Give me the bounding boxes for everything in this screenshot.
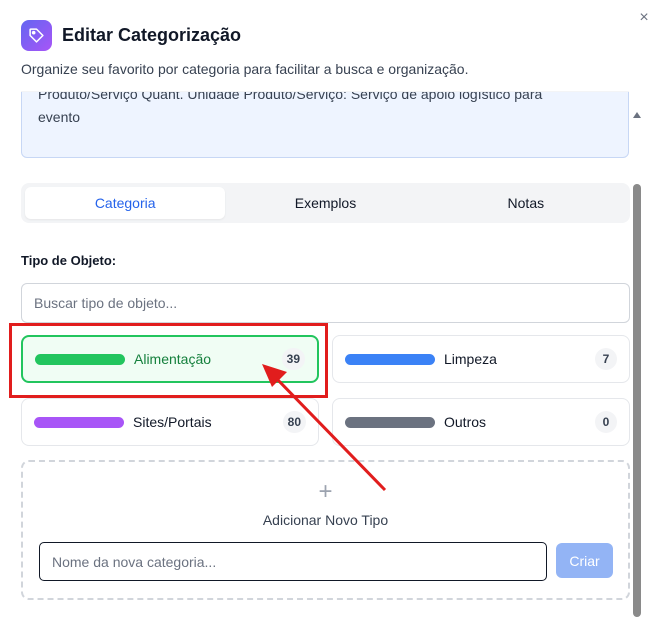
category-count-badge: 7 [595,348,617,370]
new-category-name-input[interactable] [39,542,547,581]
category-card-sites-portais[interactable]: Sites/Portais 80 [21,398,319,446]
vertical-scrollbar[interactable] [630,108,644,617]
category-name: Outros [444,414,487,430]
tab-bar: Categoria Exemplos Notas [21,183,630,223]
plus-icon: + [318,478,333,505]
category-name: Limpeza [444,351,497,367]
category-count-badge: 0 [595,411,617,433]
item-description-box: Produto/Serviço Quant. Unidade Produto/S… [21,92,629,158]
dialog-header: Editar Categorização Organize seu favori… [21,20,641,77]
tab-categoria[interactable]: Categoria [25,187,226,219]
category-card-limpeza[interactable]: Limpeza 7 [332,335,630,383]
scrollbar-thumb[interactable] [633,184,641,617]
create-category-button[interactable]: Criar [556,543,613,578]
tag-icon [21,20,52,51]
add-new-type-panel: + Adicionar Novo Tipo Criar [21,460,630,600]
tab-exemplos[interactable]: Exemplos [225,187,425,219]
category-color-bar [345,353,435,365]
category-color-bar [34,416,124,428]
add-new-type-label: Adicionar Novo Tipo [262,512,389,528]
title-row: Editar Categorização [21,20,641,51]
category-count-badge: 80 [282,411,306,433]
category-name: Sites/Portais [133,414,212,430]
dialog-title: Editar Categorização [62,25,242,45]
object-type-search-input[interactable] [21,283,630,323]
category-card-outros[interactable]: Outros 0 [332,398,630,446]
description-line-2: evento [38,109,81,125]
category-color-bar [345,416,435,428]
tab-notas[interactable]: Notas [426,187,626,219]
scroll-up-arrow-icon[interactable] [633,112,641,118]
highlight-annotation-box [9,323,328,398]
description-line-1: Produto/Serviço Quant. Unidade Produto/S… [38,92,543,102]
dialog-subtitle: Organize seu favorito por categoria para… [21,61,469,77]
object-type-label: Tipo de Objeto: [21,253,117,268]
